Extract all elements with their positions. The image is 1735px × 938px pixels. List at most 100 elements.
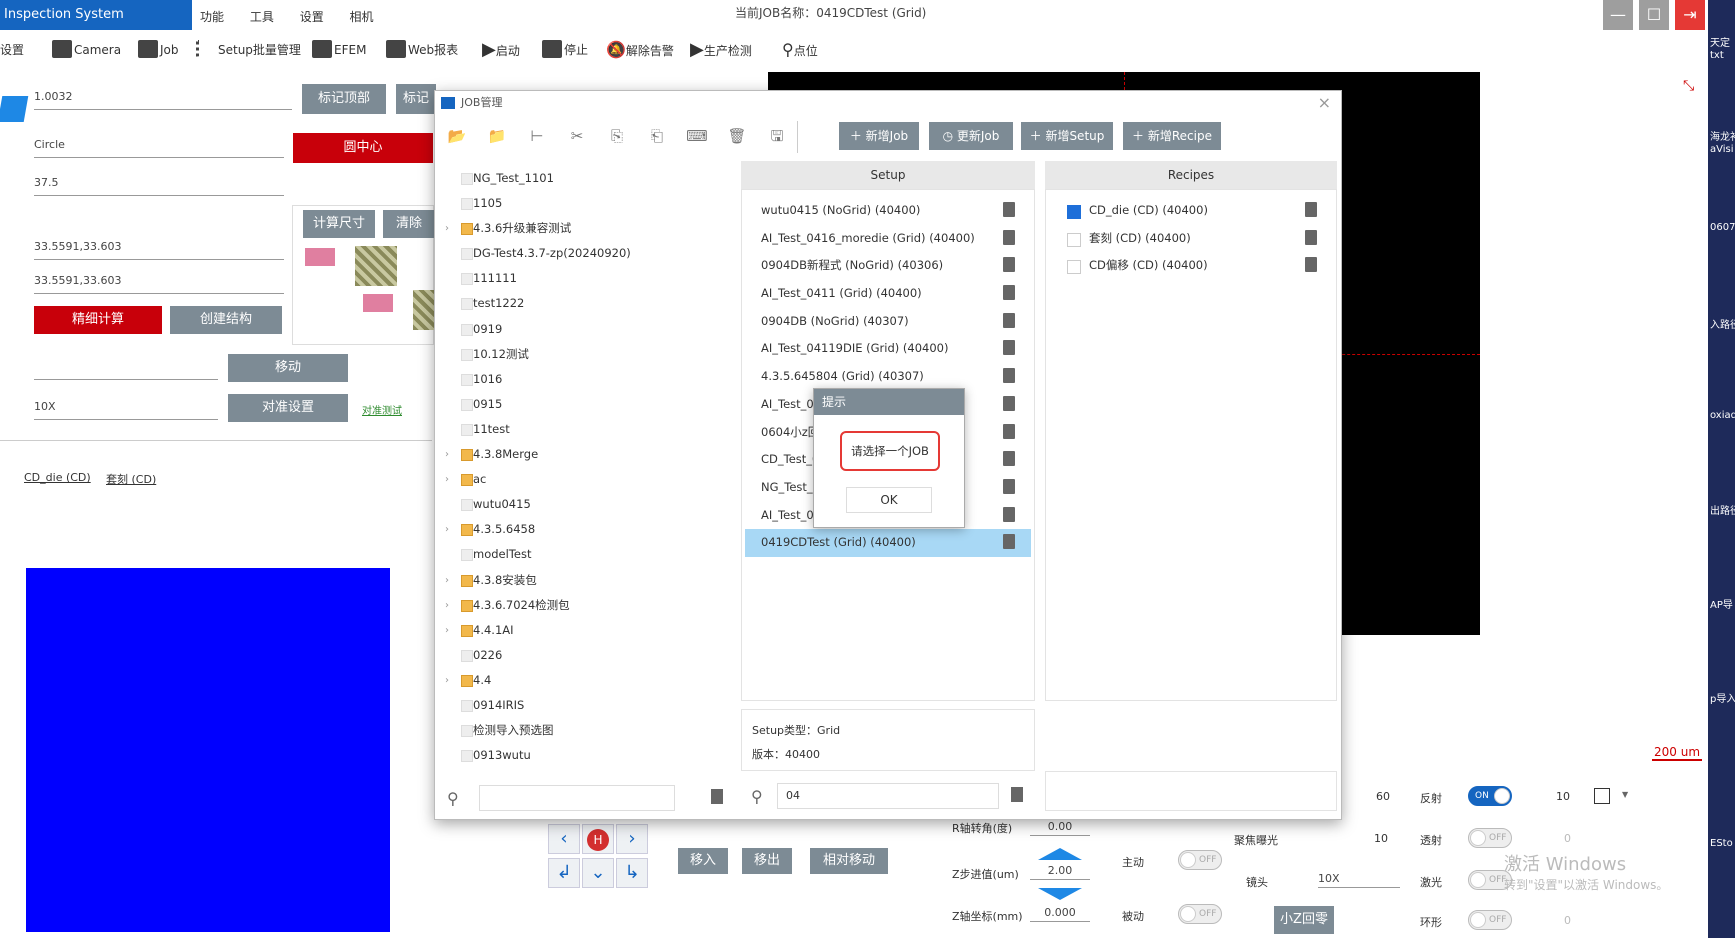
mark-button[interactable]: 标记 — [396, 84, 436, 114]
setup-item[interactable]: AI_Test_0416_moredie (Grid) (40400) — [745, 225, 1031, 253]
toolbar-start[interactable]: ▶启动 — [482, 32, 520, 68]
square-icon[interactable] — [1594, 788, 1610, 804]
save-icon[interactable]: 🖫 — [765, 125, 789, 147]
move-in-button[interactable]: 移入 — [678, 848, 728, 874]
arrow-down-right-icon[interactable]: ↳ — [616, 858, 648, 888]
menu-camera[interactable]: 相机 — [350, 10, 374, 24]
setup-item[interactable]: AI_Test_0411 (Grid) (40400) — [745, 280, 1031, 308]
rename-icon[interactable]: ⌨ — [685, 125, 709, 147]
tree-item[interactable]: wutu0415 — [445, 492, 705, 517]
circle-center-button[interactable]: 圆中心 — [293, 133, 433, 163]
move-input[interactable] — [34, 360, 218, 380]
chevron-right-icon[interactable]: › — [445, 442, 449, 467]
tree-item[interactable]: › 4.4 — [445, 668, 705, 693]
tab-cd-die[interactable]: CD_die (CD) — [24, 471, 91, 484]
small-z-home-button[interactable]: 小Z回零 — [1274, 906, 1334, 934]
tree-item[interactable]: 0915 — [445, 392, 705, 417]
fine-calc-button[interactable]: 精细计算 — [34, 306, 162, 334]
tree-item[interactable]: NG_Test_1101 — [445, 166, 705, 191]
setup-item[interactable]: 0904DB (NoGrid) (40307) — [745, 308, 1031, 336]
setup-item[interactable]: 0904DB新程式 (NoGrid) (40306) — [745, 252, 1031, 280]
trash-icon[interactable] — [1003, 451, 1015, 467]
chevron-right-icon[interactable]: › — [445, 517, 449, 542]
tree-item[interactable]: 0914IRIS — [445, 693, 705, 718]
arrow-down-icon[interactable]: ⌄ — [582, 858, 614, 888]
checkbox-icon[interactable] — [1067, 232, 1081, 247]
trash-icon[interactable] — [1305, 257, 1317, 273]
trash-icon[interactable] — [1003, 285, 1015, 301]
arrow-down-left-icon[interactable]: ↲ — [548, 858, 580, 888]
passive-toggle[interactable]: OFF — [1178, 904, 1222, 924]
relative-move-button[interactable]: 相对移动 — [810, 848, 888, 874]
z-step-field[interactable]: 2.00 — [1030, 864, 1090, 880]
toolbar-camera[interactable]: Camera — [52, 32, 121, 68]
trash-icon[interactable] — [1003, 423, 1015, 439]
folder-icon[interactable]: 📁 — [485, 125, 509, 147]
tree-item[interactable]: modelTest — [445, 542, 705, 567]
tree-item[interactable]: 1016 — [445, 367, 705, 392]
tree-item[interactable]: › 4.3.8Merge — [445, 442, 705, 467]
size-select[interactable]: 37.5 — [34, 176, 284, 196]
toolbar-clear-alarm[interactable]: 🔕解除告警 — [606, 32, 674, 68]
new-job-button[interactable]: ＋ 新增Job — [839, 122, 919, 150]
home-icon[interactable]: H — [582, 824, 614, 854]
clear-button[interactable]: 清除 — [383, 210, 435, 238]
update-job-button[interactable]: ◷ 更新Job — [929, 122, 1013, 150]
menu-settings[interactable]: 设置 — [300, 10, 324, 24]
trash-icon[interactable] — [1305, 202, 1317, 217]
new-recipe-button[interactable]: ＋ 新增Recipe — [1123, 122, 1221, 150]
tree-item[interactable]: › 4.3.8安装包 — [445, 568, 705, 593]
trash-icon[interactable] — [1003, 534, 1015, 550]
paste-icon[interactable]: ⎗ — [645, 125, 669, 147]
tree-icon[interactable]: ⊢ — [525, 125, 549, 147]
tree-item[interactable]: › 4.3.6升级兼容测试 — [445, 216, 705, 241]
chevron-right-icon[interactable]: › — [445, 467, 449, 492]
create-structure-button[interactable]: 创建结构 — [170, 306, 282, 334]
trash-icon[interactable] — [711, 789, 723, 804]
trash-icon[interactable] — [1003, 478, 1015, 494]
setup-item-selected[interactable]: 0419CDTest (Grid) (40400) — [745, 529, 1031, 557]
trash-icon[interactable] — [1003, 229, 1015, 245]
recipe-item[interactable]: 套刻 (CD) (40400) — [1049, 225, 1333, 253]
minimize-icon[interactable]: — — [1603, 0, 1633, 30]
trash-icon[interactable] — [1003, 506, 1015, 522]
setup-item[interactable]: 4.3.5.645804 (Grid) (40307) — [745, 363, 1031, 391]
toolbar-points[interactable]: ⚲点位 — [782, 32, 818, 68]
align-test-link[interactable]: 对准测试 — [362, 402, 402, 417]
delete-icon[interactable]: 🗑 — [725, 125, 749, 147]
copy-icon[interactable]: ⎘ — [605, 125, 629, 147]
z-coord-field[interactable]: 0.000 — [1030, 906, 1090, 922]
z-down-icon[interactable] — [1038, 888, 1082, 900]
menu-function[interactable]: 功能 — [200, 10, 224, 24]
trash-icon[interactable] — [1011, 787, 1023, 802]
chevron-right-icon[interactable]: › — [445, 618, 449, 643]
coord-field-2[interactable]: 33.5591,33.603 — [34, 274, 284, 294]
toolbar-production[interactable]: ▶生产检测 — [690, 32, 752, 68]
chevron-right-icon[interactable]: › — [445, 668, 449, 693]
setup-item[interactable]: AI_Test_04119DIE (Grid) (40400) — [745, 335, 1031, 363]
move-button[interactable]: 移动 — [228, 354, 348, 382]
tree-item[interactable]: › 4.3.6.7024检测包 — [445, 593, 705, 618]
r-angle-field[interactable]: 0.00 — [1030, 820, 1090, 836]
tree-item[interactable]: 0919 — [445, 317, 705, 342]
ring-toggle[interactable]: OFF — [1468, 910, 1512, 930]
trash-icon[interactable] — [1003, 202, 1015, 217]
lens-select[interactable]: 10X — [1318, 872, 1400, 888]
tree-item[interactable]: › ac — [445, 467, 705, 492]
calc-size-button[interactable]: 计算尺寸 — [303, 210, 375, 238]
trash-icon[interactable] — [1305, 229, 1317, 245]
chevron-right-icon[interactable]: › — [445, 568, 449, 593]
mark-top-button[interactable]: 标记顶部 — [302, 84, 386, 114]
recipe-item[interactable]: CD偏移 (CD) (40400) — [1049, 252, 1333, 280]
checkbox-icon[interactable] — [1067, 260, 1081, 275]
chevron-right-icon[interactable]: › — [445, 593, 449, 618]
trash-icon[interactable] — [1003, 312, 1015, 328]
tree-item[interactable]: 检测导入预选图 — [445, 718, 705, 743]
reflect-toggle[interactable]: ON — [1468, 786, 1512, 806]
toolbar-efem[interactable]: EFEM — [312, 32, 366, 68]
move-out-button[interactable]: 移出 — [742, 848, 792, 874]
cut-icon[interactable]: ✂ — [565, 125, 589, 147]
shape-select[interactable]: Circle — [34, 138, 284, 158]
setup-search-input[interactable]: 04 — [777, 783, 999, 809]
tree-item[interactable]: test1222 — [445, 291, 705, 316]
